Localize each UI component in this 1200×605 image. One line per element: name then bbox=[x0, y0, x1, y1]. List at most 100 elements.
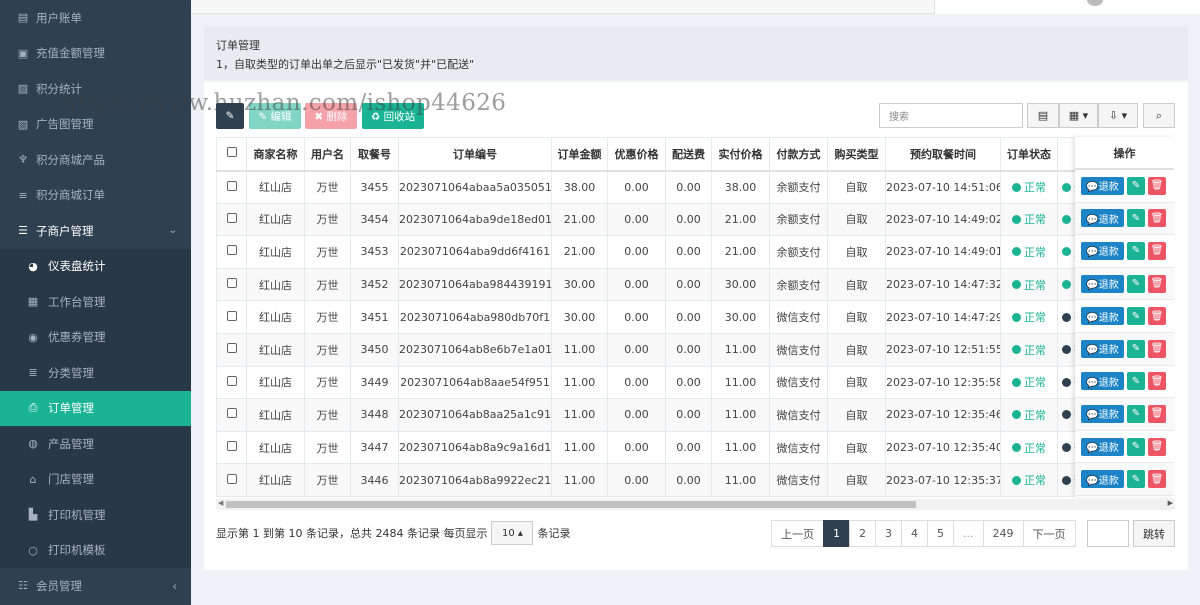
table-row[interactable]: 红山店 万世 3453 2023071064aba9dd6f4161 21.00… bbox=[216, 235, 1168, 269]
row-checkbox-cell[interactable] bbox=[216, 170, 247, 204]
sidebar-subitem-8[interactable]: ○ 打印机模板 bbox=[0, 532, 191, 568]
column-header[interactable]: 付款方式 bbox=[769, 137, 828, 172]
sidebar-item-0[interactable]: ▤ 用户账单 bbox=[0, 0, 191, 36]
sidebar-item-3[interactable]: ▨ 广告图管理 bbox=[0, 107, 191, 143]
row-checkbox[interactable] bbox=[226, 441, 237, 452]
row-checkbox[interactable] bbox=[226, 408, 237, 419]
column-header[interactable]: 用户名 bbox=[304, 137, 351, 172]
row-checkbox-cell[interactable] bbox=[216, 267, 247, 302]
delete-button[interactable]: ✖ 删除 bbox=[305, 103, 357, 129]
row-checkbox[interactable] bbox=[226, 180, 237, 191]
column-header[interactable]: 优惠价格 bbox=[607, 137, 666, 172]
select-all-checkbox-cell[interactable] bbox=[216, 137, 247, 172]
delete-row-button[interactable]: 🗑 bbox=[1148, 176, 1166, 195]
table-row[interactable]: 红山店 万世 3450 2023071064ab8e6b7e1a01 11.00… bbox=[216, 332, 1168, 367]
page-item-7[interactable]: 249 bbox=[982, 520, 1024, 547]
sidebar-item-4[interactable]: ♆ 积分商城产品 bbox=[0, 142, 191, 178]
edit-row-button[interactable]: ✎ bbox=[1127, 404, 1145, 423]
columns-dropdown[interactable]: ▦ ▾ bbox=[1059, 103, 1098, 128]
table-row[interactable]: 红山店 万世 3448 2023071064ab8aa25a1c91 11.00… bbox=[216, 398, 1168, 432]
refund-button[interactable]: 💬退款 bbox=[1081, 241, 1124, 260]
page-item-2[interactable]: 2 bbox=[849, 520, 876, 547]
delete-row-button[interactable]: 🗑 bbox=[1148, 437, 1166, 456]
sidebar-subitem-2[interactable]: ◉ 优惠券管理 bbox=[0, 319, 191, 355]
edit-button[interactable]: ✎ 编辑 bbox=[249, 103, 301, 129]
refund-button[interactable]: 💬退款 bbox=[1081, 209, 1124, 228]
delete-row-button[interactable]: 🗑 bbox=[1148, 404, 1166, 423]
page-item-1[interactable]: 1 bbox=[823, 520, 850, 547]
edit-row-button[interactable]: ✎ bbox=[1127, 307, 1145, 326]
refund-button[interactable]: 💬退款 bbox=[1081, 437, 1124, 456]
row-checkbox-cell[interactable] bbox=[216, 365, 247, 400]
edit-row-button[interactable]: ✎ bbox=[1127, 241, 1145, 260]
edit-row-button[interactable]: ✎ bbox=[1127, 209, 1145, 228]
table-row[interactable]: 红山店 万世 3447 2023071064ab8a9c9a16d1 11.00… bbox=[216, 430, 1168, 465]
column-header[interactable]: 实付价格 bbox=[711, 137, 770, 172]
scroll-left-icon[interactable]: ◀ bbox=[218, 499, 223, 507]
sidebar-subitem-0[interactable]: ◕ 仪表盘统计 bbox=[0, 248, 191, 284]
sidebar-item-1[interactable]: ▣ 充值金额管理 bbox=[0, 36, 191, 72]
row-checkbox-cell[interactable] bbox=[216, 332, 247, 367]
jump-page-input[interactable] bbox=[1087, 520, 1129, 547]
table-row[interactable]: 红山店 万世 3455 2023071064abaa5a035051 38.00… bbox=[216, 170, 1168, 204]
sidebar-subitem-3[interactable]: ≣ 分类管理 bbox=[0, 355, 191, 391]
sidebar-subitem-5[interactable]: ◍ 产品管理 bbox=[0, 426, 191, 462]
row-checkbox[interactable] bbox=[226, 343, 237, 354]
row-checkbox-cell[interactable] bbox=[216, 398, 247, 432]
column-header[interactable]: 订单状态 bbox=[1000, 137, 1058, 172]
edit-row-button[interactable]: ✎ bbox=[1127, 274, 1145, 293]
refund-button[interactable]: 💬退款 bbox=[1081, 274, 1124, 293]
page-item-8[interactable]: 下一页 bbox=[1022, 520, 1076, 547]
sidebar-item-5[interactable]: ≡ 积分商城订单 bbox=[0, 178, 191, 214]
page-item-0[interactable]: 上一页 bbox=[771, 520, 824, 547]
add-button[interactable]: ✎ bbox=[216, 103, 244, 129]
row-checkbox-cell[interactable] bbox=[216, 202, 247, 237]
edit-row-button[interactable]: ✎ bbox=[1127, 176, 1145, 195]
page-size-dropdown[interactable]: 10 ▴ bbox=[491, 521, 534, 545]
delete-row-button[interactable]: 🗑 bbox=[1148, 307, 1166, 326]
refund-button[interactable]: 💬退款 bbox=[1081, 307, 1124, 326]
column-header[interactable]: 订单金额 bbox=[551, 137, 608, 172]
delete-row-button[interactable]: 🗑 bbox=[1148, 274, 1166, 293]
delete-row-button[interactable]: 🗑 bbox=[1148, 241, 1166, 260]
edit-row-button[interactable]: ✎ bbox=[1127, 470, 1145, 489]
refund-button[interactable]: 💬退款 bbox=[1081, 404, 1124, 423]
delete-row-button[interactable]: 🗑 bbox=[1148, 209, 1166, 228]
horizontal-scrollbar[interactable]: ◀ ▶ bbox=[216, 499, 1175, 510]
page-item-5[interactable]: 5 bbox=[927, 520, 954, 547]
page-item-4[interactable]: 4 bbox=[901, 520, 928, 547]
edit-row-button[interactable]: ✎ bbox=[1127, 339, 1145, 358]
column-header[interactable]: 预约取餐时间 bbox=[885, 137, 1001, 172]
row-checkbox[interactable] bbox=[226, 375, 237, 386]
search-input[interactable]: 搜索 bbox=[879, 103, 1023, 128]
edit-row-button[interactable]: ✎ bbox=[1127, 372, 1145, 391]
delete-row-button[interactable]: 🗑 bbox=[1148, 372, 1166, 391]
row-checkbox[interactable] bbox=[226, 473, 237, 484]
toggle-view-button[interactable]: ▤ bbox=[1027, 103, 1059, 128]
edit-row-button[interactable]: ✎ bbox=[1127, 437, 1145, 456]
column-header[interactable]: 购买类型 bbox=[827, 137, 886, 172]
recycle-bin-button[interactable]: ♻ 回收站 bbox=[362, 103, 424, 129]
jump-button[interactable]: 跳转 bbox=[1133, 520, 1175, 547]
refund-button[interactable]: 💬退款 bbox=[1081, 470, 1124, 489]
column-header[interactable]: 取餐号 bbox=[350, 137, 399, 172]
row-checkbox-cell[interactable] bbox=[216, 300, 247, 334]
table-row[interactable]: 红山店 万世 3452 2023071064aba984439191 30.00… bbox=[216, 267, 1168, 302]
table-row[interactable]: 红山店 万世 3454 2023071064aba9de18ed01 21.00… bbox=[216, 202, 1168, 237]
advanced-search-button[interactable]: ⌕ bbox=[1143, 103, 1175, 128]
column-header[interactable]: 订单编号 bbox=[398, 137, 552, 172]
column-header[interactable]: 商家名称 bbox=[246, 137, 305, 172]
row-checkbox[interactable] bbox=[226, 310, 237, 321]
column-header[interactable]: 配送费 bbox=[665, 137, 712, 172]
sidebar-subitem-4[interactable]: ⎙ 订单管理 bbox=[0, 390, 191, 426]
row-checkbox[interactable] bbox=[226, 245, 237, 256]
page-item-3[interactable]: 3 bbox=[875, 520, 902, 547]
export-dropdown[interactable]: ⇩ ▾ bbox=[1098, 103, 1138, 128]
delete-row-button[interactable]: 🗑 bbox=[1148, 339, 1166, 358]
user-area[interactable] bbox=[934, 0, 1200, 14]
row-checkbox-cell[interactable] bbox=[216, 430, 247, 465]
row-checkbox[interactable] bbox=[226, 212, 237, 223]
sidebar-item-2[interactable]: ▧ 积分统计 bbox=[0, 71, 191, 107]
sidebar-group-merchant[interactable]: ☰ 子商户管理 ⌄ bbox=[0, 213, 191, 249]
select-all-checkbox[interactable] bbox=[226, 147, 237, 158]
